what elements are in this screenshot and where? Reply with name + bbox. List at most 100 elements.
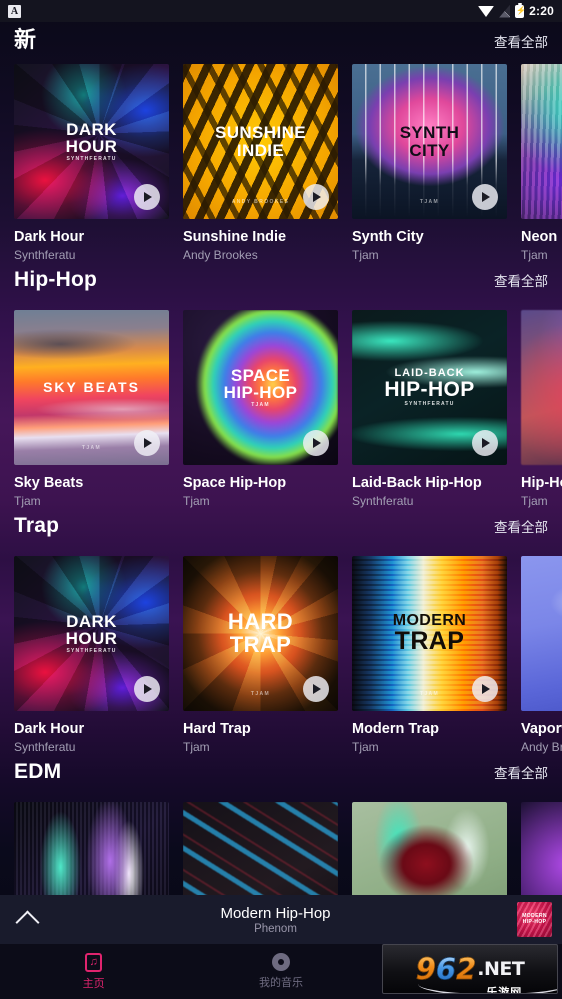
see-all-link[interactable]: 查看全部 <box>494 270 548 290</box>
album-art-texture <box>521 64 562 219</box>
album-art-title: DARK HOUR SYNTHFERATU <box>58 120 126 163</box>
app-notification-icon: A <box>8 4 21 18</box>
album-art-line2: HOUR <box>65 136 118 156</box>
album-row[interactable]: DARK HOUR SYNTHFERATU Dark Hour Synthfer… <box>0 64 562 262</box>
album-card[interactable]: VAPOR ANDY BROOKES Vaporwave Andy Brooke… <box>521 556 562 754</box>
album-art-title: SYNTH CITY <box>392 124 468 159</box>
mini-player-meta: Modern Hip-Hop Phenom <box>34 905 517 935</box>
album-art[interactable]: HARD TRAP TJAM <box>183 556 338 711</box>
album-art-line1: VAPOR <box>529 655 562 670</box>
album-art-line2: TRAP <box>229 631 292 657</box>
album-art-line1: SPACE <box>230 365 291 385</box>
play-button[interactable] <box>134 676 160 702</box>
nav-item-label: 我的音乐 <box>258 977 303 989</box>
album-card[interactable]: SPACE HIP-HOP TJAM Space Hip-Hop Tjam <box>183 310 338 508</box>
album-art-subtitle: SYNTHFERATU <box>404 401 455 408</box>
album-card[interactable]: SYNTH CITY TJAM Synth City Tjam <box>352 64 507 262</box>
status-bar-system-icons: 2:20 <box>478 2 554 18</box>
content-scroll-area[interactable]: 新 查看全部 DARK HOUR SYNTHFERATU Dark Hour S… <box>0 22 562 895</box>
album-art[interactable]: ELECTRO SYNTHFERATU FUNK <box>14 802 169 895</box>
album-row[interactable]: ELECTRO SYNTHFERATU FUNK Electro Funk EN… <box>0 802 562 895</box>
album-art-line1: SYNTH <box>399 123 460 143</box>
album-art[interactable]: DARK HOUR SYNTHFERATU <box>14 64 169 219</box>
see-all-link[interactable]: 查看全部 <box>494 31 548 51</box>
album-title: Neon <box>521 229 558 245</box>
album-artist: Tjam <box>352 740 379 754</box>
album-card[interactable]: ULTIMATE EDM Ultimate EDM <box>352 802 507 895</box>
album-card[interactable]: Neon Tjam <box>521 64 562 262</box>
play-button[interactable] <box>303 676 329 702</box>
album-art[interactable]: SUNSHINE INDIE ANDY BROOKES <box>183 64 338 219</box>
album-row[interactable]: DARK HOUR SYNTHFERATU Dark Hour Synthfer… <box>0 556 562 754</box>
play-button[interactable] <box>134 430 160 456</box>
nav-item-home[interactable]: 主页 <box>0 944 187 999</box>
section-trap: Trap 查看全部 DARK HOUR SYNTHFERATU Dark Hou… <box>0 514 562 754</box>
album-card[interactable]: DARK HOUR SYNTHFERATU Dark Hour Synthfer… <box>14 64 169 262</box>
album-card[interactable]: MODERN TRAP TJAM Modern Trap Tjam <box>352 556 507 754</box>
album-art[interactable]: DARK HOUR SYNTHFERATU <box>14 556 169 711</box>
album-art-line2: INDIE <box>236 140 285 160</box>
play-button[interactable] <box>303 430 329 456</box>
album-art-line2: TRAP <box>394 626 465 655</box>
album-artist: Tjam <box>183 740 210 754</box>
album-title: Hip-Hop <box>521 475 562 491</box>
album-art[interactable]: H <box>521 310 562 465</box>
watermark-digit-2: 2 <box>456 952 477 987</box>
album-art[interactable]: ULTIMATE EDM <box>352 802 507 895</box>
album-art[interactable]: LAID-BACK HIP-HOP SYNTHFERATU <box>352 310 507 465</box>
album-card[interactable]: HARD TRAP TJAM Hard Trap Tjam <box>183 556 338 754</box>
album-title: Synth City <box>352 229 424 245</box>
wifi-icon <box>478 5 495 17</box>
section-title: Hip-Hop <box>14 268 98 291</box>
play-button[interactable] <box>303 184 329 210</box>
album-art-title: SUNSHINE INDIE <box>207 124 314 159</box>
album-art[interactable]: SYNTH CITY TJAM <box>352 64 507 219</box>
album-card[interactable]: H Hip-Hop Tjam <box>521 310 562 508</box>
album-card[interactable]: SKY BEATS TJAM Sky Beats Tjam <box>14 310 169 508</box>
album-art-texture <box>352 802 507 895</box>
album-card[interactable]: ENDLESS TRANCE Endless Trance <box>183 802 338 895</box>
album-art-title: HARD TRAP <box>220 610 301 657</box>
status-bar: A 2:20 <box>0 0 562 22</box>
album-art-line2: HIP-HOP <box>223 382 298 402</box>
battery-charging-icon <box>515 2 525 18</box>
now-playing-thumbnail[interactable]: MODERN HIP-HOP <box>517 902 552 937</box>
album-art-line1: SUNSHINE <box>214 123 307 143</box>
album-card[interactable]: LAID-BACK HIP-HOP SYNTHFERATU Laid-Back … <box>352 310 507 508</box>
album-art[interactable]: E-GE <box>521 802 562 895</box>
album-art[interactable]: SKY BEATS TJAM <box>14 310 169 465</box>
watermark-inner: 9 6 2 .NET 乐游网 <box>415 952 524 993</box>
album-art[interactable]: SPACE HIP-HOP TJAM <box>183 310 338 465</box>
section-title: Trap <box>14 514 60 537</box>
see-all-link[interactable]: 查看全部 <box>494 516 548 536</box>
album-title: Vaporwave <box>521 721 562 737</box>
nav-item-my-music[interactable]: 我的音乐 <box>187 944 374 999</box>
watermark-swoosh <box>418 984 557 993</box>
album-art[interactable]: ENDLESS TRANCE <box>183 802 338 895</box>
disc-icon <box>271 953 290 971</box>
mini-player-bar[interactable]: Modern Hip-Hop Phenom MODERN HIP-HOP <box>0 895 562 944</box>
play-button[interactable] <box>134 184 160 210</box>
album-card[interactable]: DARK HOUR SYNTHFERATU Dark Hour Synthfer… <box>14 556 169 754</box>
album-art[interactable] <box>521 64 562 219</box>
see-all-link[interactable]: 查看全部 <box>494 762 548 782</box>
album-art[interactable]: VAPOR ANDY BROOKES <box>521 556 562 711</box>
play-button[interactable] <box>472 676 498 702</box>
album-title: Dark Hour <box>14 229 85 245</box>
album-artist: Synthferatu <box>14 248 76 262</box>
music-app-screen: A 2:20 新 查看全部 DARK <box>0 0 562 999</box>
play-button[interactable] <box>472 430 498 456</box>
album-card[interactable]: SUNSHINE INDIE ANDY BROOKES Sunshine Ind… <box>183 64 338 262</box>
album-card[interactable]: E-GE E-Generation <box>521 802 562 895</box>
album-art-title: SKY BEATS <box>35 380 148 395</box>
play-button[interactable] <box>472 184 498 210</box>
section-header: Hip-Hop 查看全部 <box>0 268 562 310</box>
album-row[interactable]: SKY BEATS TJAM Sky Beats Tjam SPACE HIP-… <box>0 310 562 508</box>
album-art-title: LAID-BACK HIP-HOP SYNTHFERATU <box>376 367 482 408</box>
album-art-line1: DARK <box>66 611 117 631</box>
album-art-subtitle: SYNTHFERATU <box>66 156 117 163</box>
album-art[interactable]: MODERN TRAP TJAM <box>352 556 507 711</box>
album-artist: Tjam <box>183 494 210 508</box>
album-art-subtitle: ANDY BROOKES <box>529 672 562 677</box>
album-card[interactable]: ELECTRO SYNTHFERATU FUNK Electro Funk <box>14 802 169 895</box>
